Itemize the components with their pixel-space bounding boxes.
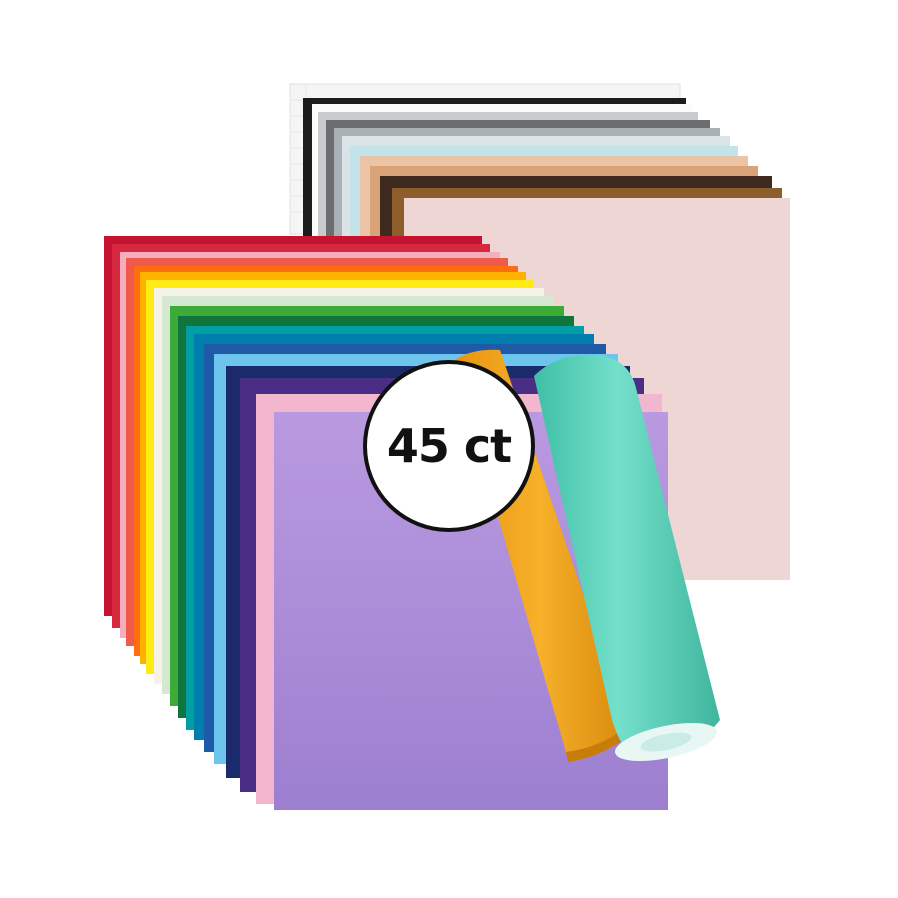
product-image: 45 ct bbox=[0, 0, 898, 898]
count-label: 45 ct bbox=[386, 419, 512, 473]
count-badge: 45 ct bbox=[363, 360, 535, 532]
